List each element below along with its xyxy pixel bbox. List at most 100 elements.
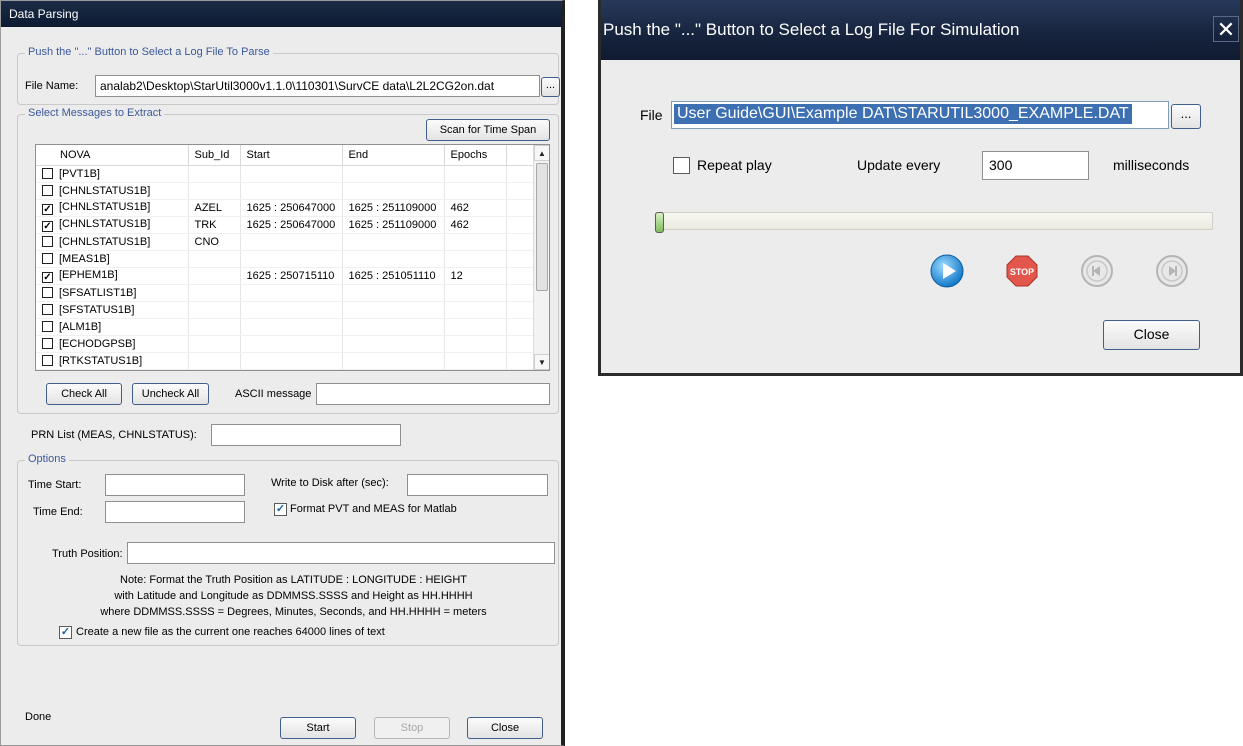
row-checkbox[interactable] xyxy=(42,271,53,283)
table-row[interactable]: [PVT1B] xyxy=(36,165,534,183)
new-file-label: Create a new file as the current one rea… xyxy=(76,626,385,638)
truth-position-field[interactable] xyxy=(127,542,555,564)
row-checkbox[interactable] xyxy=(42,167,53,179)
cell-text: 1625 : 251109000 xyxy=(348,201,437,214)
ascii-message-field[interactable] xyxy=(316,383,550,405)
column-header[interactable]: NOVA xyxy=(36,145,189,166)
cell-end xyxy=(342,318,445,336)
close-icon[interactable]: ✕ xyxy=(1213,16,1239,42)
cell-sub-id: AZEL xyxy=(188,199,241,217)
truth-position-label: Truth Position: xyxy=(52,548,123,560)
cell-nova: [ALM1B] xyxy=(36,318,189,336)
column-header[interactable]: Start xyxy=(240,145,343,166)
row-checkbox[interactable] xyxy=(42,337,53,349)
cell-text: 1625 : 250647000 xyxy=(246,218,336,231)
table-row[interactable]: [CHNLSTATUS1B] CNO xyxy=(36,233,534,251)
message-table: NOVA Sub_Id Start End Epochs [PVT1B] [CHNLSTA… xyxy=(36,145,534,370)
cell-text: [CHNLSTATUS1B] xyxy=(59,184,151,197)
update-interval-field[interactable]: 300 xyxy=(982,151,1089,180)
repeat-play-checkbox[interactable] xyxy=(673,157,690,174)
simulation-file-field[interactable]: User Guide\GUI\Example DAT\STARUTIL3000_… xyxy=(671,101,1169,129)
row-checkbox[interactable] xyxy=(42,184,53,196)
row-checkbox[interactable] xyxy=(42,320,53,332)
table-row[interactable]: [CHNLSTATUS1B] xyxy=(36,182,534,200)
cell-text: AZEL xyxy=(194,201,223,214)
write-to-disk-field[interactable] xyxy=(407,474,548,496)
scan-time-span-button[interactable]: Scan for Time Span xyxy=(426,119,550,141)
row-checkbox[interactable] xyxy=(42,252,53,264)
simulation-dialog: Push the "..." Button to Select a Log Fi… xyxy=(598,0,1243,376)
cell-nova: [MEAS1B] xyxy=(36,250,189,268)
format-matlab-checkbox[interactable] xyxy=(274,503,287,516)
column-header[interactable]: Sub_Id xyxy=(188,145,241,166)
scroll-down-icon[interactable]: ▼ xyxy=(534,354,549,370)
row-checkbox[interactable] xyxy=(42,220,53,232)
uncheck-all-button[interactable]: Uncheck All xyxy=(132,383,209,405)
cell-start xyxy=(240,318,343,336)
table-row[interactable]: [EPHEM1B] 1625 : 250715110 1625 : 25105111… xyxy=(36,267,534,285)
table-row[interactable]: [CHNLSTATUS1B] AZEL 1625 : 250647000 1625 :… xyxy=(36,199,534,217)
scroll-up-icon[interactable]: ▲ xyxy=(534,145,549,161)
row-checkbox[interactable] xyxy=(42,203,53,215)
column-header[interactable]: End xyxy=(342,145,445,166)
start-button[interactable]: Start xyxy=(280,717,356,739)
playback-track[interactable] xyxy=(655,212,1213,230)
close-button[interactable]: Close xyxy=(467,717,543,739)
simulation-browse-button[interactable]: ... xyxy=(1171,104,1201,129)
cell-text: [SFSTATUS1B] xyxy=(59,303,135,316)
cell-epochs xyxy=(444,301,507,319)
play-icon[interactable] xyxy=(930,254,964,288)
new-file-checkbox[interactable] xyxy=(59,626,72,639)
table-row[interactable]: [RTKSTATUS1B] xyxy=(36,352,534,370)
scroll-thumb[interactable] xyxy=(536,163,548,291)
cell-end: 1625 : 251051110 xyxy=(342,267,445,285)
row-checkbox[interactable] xyxy=(42,303,53,315)
table-row[interactable]: [ALM1B] xyxy=(36,318,534,336)
file-name-field[interactable]: analab2\Desktop\StarUtil3000v1.1.0\11030… xyxy=(95,75,540,97)
cell-sub-id xyxy=(188,267,241,285)
cell-end: 1625 : 251109000 xyxy=(342,199,445,217)
time-end-field[interactable] xyxy=(105,501,245,523)
browse-button[interactable]: ... xyxy=(541,77,560,97)
status-text: Done xyxy=(25,711,52,723)
stop-icon[interactable]: STOP xyxy=(1005,254,1039,288)
message-list[interactable]: NOVA Sub_Id Start End Epochs [PVT1B] [CHNLSTA… xyxy=(35,144,550,371)
cell-end xyxy=(342,301,445,319)
row-checkbox[interactable] xyxy=(42,354,53,366)
prn-list-field[interactable] xyxy=(211,424,401,446)
column-header[interactable]: Epochs xyxy=(444,145,507,166)
previous-icon[interactable] xyxy=(1080,254,1114,288)
cell-text: 12 xyxy=(450,269,463,282)
cell-start: 1625 : 250715110 xyxy=(240,267,343,285)
next-icon[interactable] xyxy=(1155,254,1189,288)
row-checkbox[interactable] xyxy=(42,235,53,247)
table-row[interactable]: [ECHODGPSB] xyxy=(36,335,534,353)
cell-text: [MEAS1B] xyxy=(59,252,110,265)
check-all-button[interactable]: Check All xyxy=(46,383,122,405)
cell-filler xyxy=(506,335,534,353)
stop-button[interactable]: Stop xyxy=(374,717,450,739)
time-start-field[interactable] xyxy=(105,474,245,496)
list-scrollbar[interactable]: ▲ ▼ xyxy=(533,145,549,370)
cell-filler xyxy=(506,199,534,217)
table-row[interactable]: [SFSTATUS1B] xyxy=(36,301,534,319)
cell-text: [PVT1B] xyxy=(59,167,100,180)
table-row[interactable]: [CHNLSTATUS1B] TRK 1625 : 250647000 1625 : … xyxy=(36,216,534,234)
table-row[interactable]: [SFSATLIST1B] xyxy=(36,284,534,302)
file-label: File xyxy=(640,107,663,123)
note-line-2: with Latitude and Longitude as DDMMSS.SS… xyxy=(114,590,473,602)
time-start-label: Time Start: xyxy=(28,479,82,491)
cell-text: 462 xyxy=(450,201,469,214)
playback-slider-handle[interactable] xyxy=(655,212,664,233)
cell-filler xyxy=(506,216,534,234)
table-row[interactable]: [MEAS1B] xyxy=(36,250,534,268)
cell-nova: [CHNLSTATUS1B] xyxy=(36,216,189,234)
cell-end xyxy=(342,284,445,302)
simulation-close-button[interactable]: Close xyxy=(1103,320,1200,350)
messages-group-label: Select Messages to Extract xyxy=(25,107,165,119)
time-end-label: Time End: xyxy=(33,506,83,518)
cell-filler xyxy=(506,301,534,319)
row-checkbox[interactable] xyxy=(42,286,53,298)
column-header-filler xyxy=(506,145,534,166)
cell-filler xyxy=(506,352,534,370)
